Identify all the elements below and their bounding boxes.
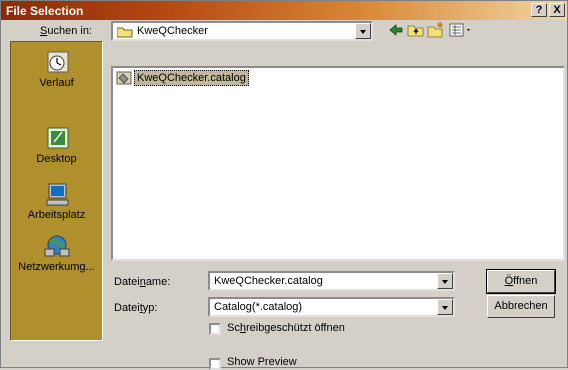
file-selection-dialog: File Selection ? X Suchen in: KweQChecke… [0, 0, 568, 370]
network-icon [44, 235, 69, 257]
up-folder-icon[interactable] [407, 21, 425, 39]
filename-label: Dateiname: [114, 276, 171, 288]
preview-label: Show Preview [227, 356, 297, 368]
places-bar: Verlauf Desktop Arbeitsplatz Netzwerkumg… [10, 41, 103, 341]
back-arrow-icon[interactable] [387, 21, 405, 39]
new-folder-icon[interactable] [427, 21, 445, 39]
chevron-down-icon[interactable] [437, 299, 453, 315]
lookin-label: Suchen in: [40, 25, 92, 37]
folder-icon [117, 27, 133, 38]
place-label: Netzwerkumg... [18, 261, 95, 273]
open-button[interactable]: Öffnen [486, 269, 556, 294]
filetype-value: Catalog(*.catalog) [214, 301, 303, 313]
chevron-down-icon[interactable] [355, 23, 371, 39]
lookin-combo[interactable]: KweQChecker [111, 21, 373, 41]
place-label: Verlauf [39, 77, 74, 89]
filetype-select[interactable]: Catalog(*.catalog) [208, 297, 455, 317]
preview-checkbox[interactable] [209, 358, 221, 370]
filetype-label: Dateityp: [114, 302, 158, 314]
readonly-checkbox[interactable] [209, 323, 221, 335]
place-label: Desktop [36, 153, 77, 165]
chevron-down-icon[interactable] [437, 273, 453, 289]
history-icon [47, 51, 68, 73]
place-desktop[interactable]: Desktop [11, 126, 102, 165]
file-list[interactable]: KweQChecker.catalog [111, 66, 565, 261]
place-network[interactable]: Netzwerkumg... [11, 234, 102, 273]
window-title: File Selection [6, 4, 84, 18]
place-my-computer[interactable]: Arbeitsplatz [11, 182, 102, 221]
readonly-label: Schreibgeschützt öffnen [227, 322, 345, 334]
desktop-icon [47, 127, 68, 149]
help-button[interactable]: ? [531, 3, 547, 17]
lookin-value: KweQChecker [137, 25, 208, 37]
filename-value: KweQChecker.catalog [214, 275, 323, 287]
cancel-button[interactable]: Abbrechen [487, 295, 555, 318]
my-computer-icon [46, 183, 68, 206]
filename-field[interactable]: KweQChecker.catalog [208, 271, 455, 291]
place-label: Arbeitsplatz [27, 209, 86, 221]
catalog-file-icon [116, 71, 132, 85]
place-history[interactable]: Verlauf [11, 50, 102, 89]
close-button[interactable]: X [549, 3, 565, 17]
view-menu-icon[interactable] [449, 21, 475, 39]
title-bar[interactable]: File Selection ? X [1, 1, 567, 20]
file-name: KweQChecker.catalog [134, 70, 249, 86]
